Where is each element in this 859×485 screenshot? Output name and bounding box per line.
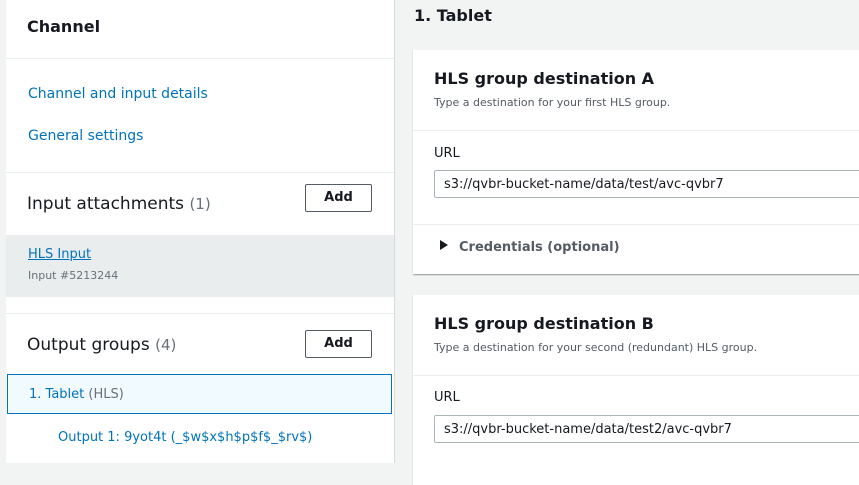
output-item-detail: (_$w$x$h$p$f$_$rv$): [170, 430, 313, 445]
channel-sidebar: Channel Channel and input details Genera…: [6, 0, 395, 463]
card-description: Type a destination for your second (redu…: [434, 341, 758, 354]
input-attachments-label: Input attachments: [27, 194, 185, 214]
output-group-type: (HLS): [88, 387, 124, 402]
general-settings-link[interactable]: General settings: [28, 128, 143, 144]
output-item-link[interactable]: Output 1: 9yot4t (_$w$x$h$p$f$_$rv$): [58, 430, 312, 445]
destination-b-card: HLS group destination B Type a destinati…: [413, 295, 859, 485]
output-group-label: 1. Tablet (HLS): [29, 387, 124, 402]
url-label: URL: [434, 390, 460, 405]
add-input-attachment-button[interactable]: Add: [305, 184, 372, 212]
input-id-text: Input #5213244: [28, 269, 119, 282]
output-item-name: Output 1: 9yot4t: [58, 430, 167, 445]
destination-b-url-input[interactable]: [434, 415, 859, 443]
url-label: URL: [434, 146, 460, 161]
credentials-section: Credentials (optional): [413, 224, 859, 274]
input-attachments-count: (1): [189, 195, 211, 213]
divider: [6, 313, 394, 314]
card-description: Type a destination for your first HLS gr…: [434, 96, 671, 109]
destination-a-card: HLS group destination A Type a destinati…: [413, 50, 859, 274]
divider: [6, 58, 394, 59]
credentials-label: Credentials (optional): [459, 240, 620, 255]
input-attachments-heading: Input attachments (1): [27, 194, 211, 214]
section-title: 1. Tablet: [414, 6, 492, 25]
output-groups-label: Output groups: [27, 335, 150, 355]
hls-input-link[interactable]: HLS Input: [28, 247, 91, 262]
output-groups-heading: Output groups (4): [27, 335, 176, 355]
output-group-name: 1. Tablet: [29, 387, 85, 402]
divider: [6, 172, 394, 173]
add-output-group-button[interactable]: Add: [305, 330, 372, 358]
credentials-toggle[interactable]: Credentials (optional): [413, 224, 859, 273]
output-group-tablet[interactable]: 1. Tablet (HLS): [7, 374, 392, 414]
caret-right-icon: [440, 240, 448, 250]
sidebar-title: Channel: [27, 17, 101, 36]
destination-a-url-input[interactable]: [434, 170, 859, 198]
card-title: HLS group destination B: [434, 314, 654, 333]
output-groups-count: (4): [155, 336, 177, 354]
card-title: HLS group destination A: [434, 69, 655, 88]
card-header: HLS group destination A Type a destinati…: [413, 50, 859, 131]
input-attachment-item[interactable]: HLS Input Input #5213244: [6, 235, 394, 297]
channel-input-details-link[interactable]: Channel and input details: [28, 86, 208, 102]
card-header: HLS group destination B Type a destinati…: [413, 295, 859, 376]
